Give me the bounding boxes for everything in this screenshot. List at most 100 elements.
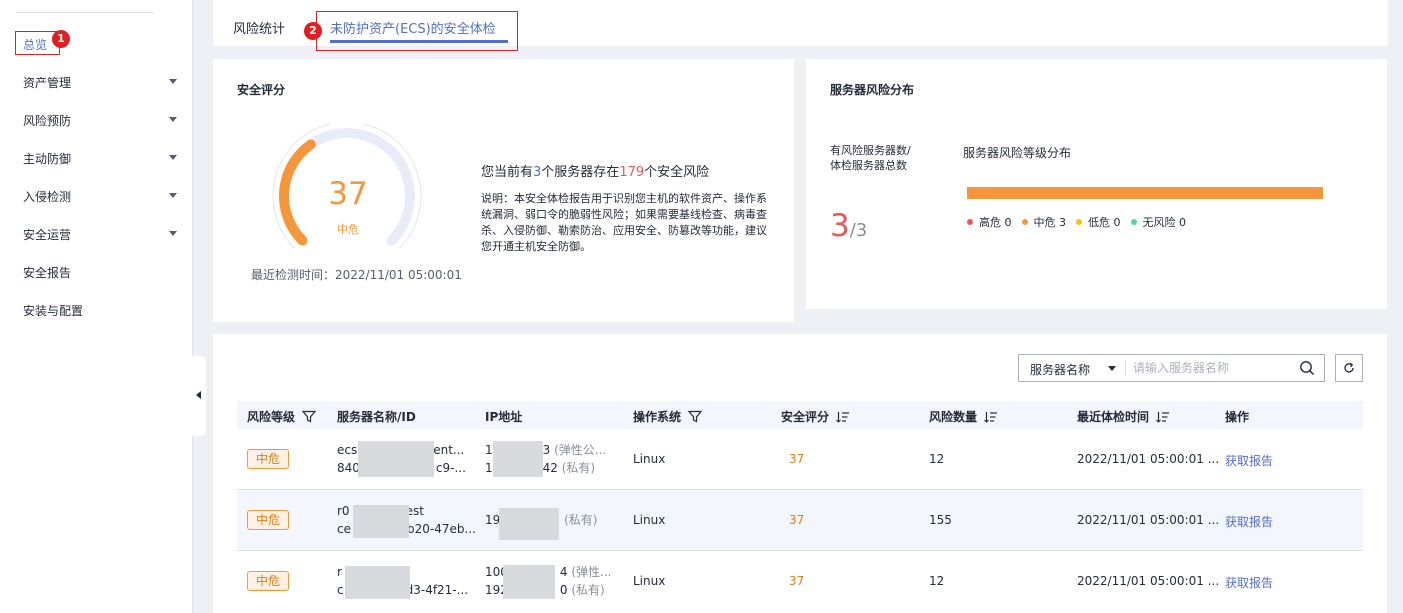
refresh-icon <box>1344 362 1354 373</box>
column-header-label: IP地址 <box>485 410 523 424</box>
server-search: 服务器名称 <box>1018 354 1325 382</box>
chevron-down-icon[interactable] <box>1108 366 1116 371</box>
sidebar-item-label: 资产管理 <box>23 76 72 90</box>
column-header-label: 风险数量 <box>929 410 978 424</box>
summary-text: 个安全风险 <box>644 165 710 180</box>
sidebar-item-asset-management[interactable]: 资产管理 <box>23 74 177 91</box>
legend-low: 低危 0 <box>1076 214 1121 230</box>
dot-icon <box>967 219 973 225</box>
risk-distribution-bar <box>967 187 1323 199</box>
summary-risk-count: 179 <box>619 165 645 180</box>
redaction-mask <box>353 505 409 538</box>
col-last-check: 最近体检时间 <box>1077 408 1170 425</box>
get-report-link[interactable]: 获取报告 <box>1225 513 1273 530</box>
sidebar-item-install-config[interactable]: 安装与配置 <box>23 302 83 319</box>
tab-unprotected-ecs-checkup[interactable]: 未防护资产(ECS)的安全体检 <box>330 18 496 37</box>
risk-distribution-title: 服务器风险等级分布 <box>963 146 1072 160</box>
col-risk-level: 风险等级 <box>247 408 317 425</box>
ip-part: 3 <box>542 443 551 457</box>
ip-type: (弹性公... <box>554 443 607 457</box>
search-field-select[interactable]: 服务器名称 <box>1030 361 1090 378</box>
col-ip: IP地址 <box>485 408 522 425</box>
risk-level-tag: 中危 <box>247 571 289 591</box>
last-check-value: 2022/11/01 05:00:01 ... <box>1077 513 1220 527</box>
legend-label: 中危 3 <box>1033 216 1067 229</box>
search-divider <box>1125 360 1126 376</box>
redaction-mask <box>345 566 410 599</box>
callout-badge-1: 1 <box>52 30 70 48</box>
summary-text: 个服务器存在 <box>541 165 620 180</box>
refresh-button[interactable] <box>1335 354 1363 382</box>
ip-type: (私有) <box>571 583 605 597</box>
legend-medium: 中危 3 <box>1021 214 1067 230</box>
sort-icon[interactable] <box>1156 411 1170 423</box>
sort-icon[interactable] <box>984 411 998 423</box>
server-id-part: b20-47eb... <box>406 522 476 536</box>
risk-level-tag: 中危 <box>247 449 289 469</box>
server-name-part: ecs <box>337 443 358 457</box>
col-os: 操作系统 <box>633 408 703 425</box>
risk-level-tag: 中危 <box>247 510 289 530</box>
sidebar-item-risk-prevention[interactable]: 风险预防 <box>23 112 177 129</box>
sidebar-item-intrusion-detection[interactable]: 入侵检测 <box>23 188 177 205</box>
redaction-mask <box>499 508 559 540</box>
ip-type: (弹性... <box>571 565 612 579</box>
sidebar-item-label: 总览 <box>23 38 48 52</box>
sidebar-item-label: 主动防御 <box>23 152 72 166</box>
risk-server-count-label: 有风险服务器数/体检服务器总数 <box>830 144 911 172</box>
server-name-part: r0 <box>337 504 350 518</box>
sidebar-divider <box>16 12 154 13</box>
sidebar-item-label: 风险预防 <box>23 114 72 128</box>
table-header: 风险等级 服务器名称/ID IP地址 操作系统 安全评分 风险数量 最近体检时间… <box>237 401 1363 429</box>
card-title: 安全评分 <box>237 83 286 97</box>
server-id-part: ce <box>337 522 351 536</box>
callout-badge-2: 2 <box>304 22 322 40</box>
server-name-line: r <box>337 563 342 581</box>
redaction-mask <box>503 565 555 599</box>
last-check-time: 最近检测时间：2022/11/01 05:00:01 <box>251 268 462 282</box>
risk-count-value: 12 <box>929 452 945 466</box>
tab-risk-statistics[interactable]: 风险统计 <box>233 18 285 37</box>
os-value: Linux <box>633 452 666 466</box>
legend-label: 无风险 0 <box>1142 216 1187 229</box>
server-id-part: 840 <box>337 461 360 475</box>
ip-part: 0 <box>559 583 568 597</box>
chevron-down-icon <box>169 231 177 236</box>
ip-type: (私有) <box>561 461 596 475</box>
legend-label: 低危 0 <box>1088 216 1121 229</box>
legend-none: 无风险 0 <box>1130 214 1187 230</box>
sidebar-item-label: 安全运营 <box>23 228 72 242</box>
legend-high: 高危 0 <box>967 214 1012 230</box>
redaction-mask <box>358 441 434 477</box>
score-description: 说明：本安全体检报告用于识别您主机的软件资产、操作系统漏洞、弱口令的脆弱性风险；… <box>481 192 767 253</box>
sidebar-item-label: 安全报告 <box>23 266 72 280</box>
score-value: 37 <box>789 574 805 588</box>
risk-server-number: 3 <box>830 208 850 244</box>
sidebar-collapse-button[interactable] <box>192 356 206 436</box>
sidebar-item-label: 入侵检测 <box>23 190 72 204</box>
gauge-fill <box>279 139 316 246</box>
ip-part: 1 <box>485 461 493 475</box>
filter-icon[interactable] <box>302 410 317 423</box>
get-report-link[interactable]: 获取报告 <box>1225 574 1273 591</box>
get-report-link[interactable]: 获取报告 <box>1225 452 1273 469</box>
chevron-down-icon <box>169 193 177 198</box>
search-icon[interactable] <box>1299 360 1315 376</box>
column-header-label: 最近体检时间 <box>1077 410 1150 424</box>
sidebar-item-active-defense[interactable]: 主动防御 <box>23 150 177 167</box>
col-server-name: 服务器名称/ID <box>337 408 416 425</box>
sidebar-item-security-report[interactable]: 安全报告 <box>23 264 71 281</box>
chevron-left-icon <box>196 391 201 399</box>
risk-legend: 高危 0 中危 3 低危 0 无风险 0 <box>967 214 1196 230</box>
filter-icon[interactable] <box>688 410 703 423</box>
redaction-mask <box>493 441 543 477</box>
score-value: 37 <box>789 513 805 527</box>
sidebar-item-security-operations[interactable]: 安全运营 <box>23 226 177 243</box>
security-score-value: 37 <box>328 176 368 212</box>
sort-icon[interactable] <box>836 411 850 423</box>
search-input[interactable] <box>1133 358 1293 378</box>
column-header-label: 风险等级 <box>247 410 296 424</box>
dot-icon <box>1021 219 1028 225</box>
last-check-value: 2022/11/01 05:00:01 ... <box>1077 452 1220 466</box>
ip-part: 42 <box>542 461 558 475</box>
